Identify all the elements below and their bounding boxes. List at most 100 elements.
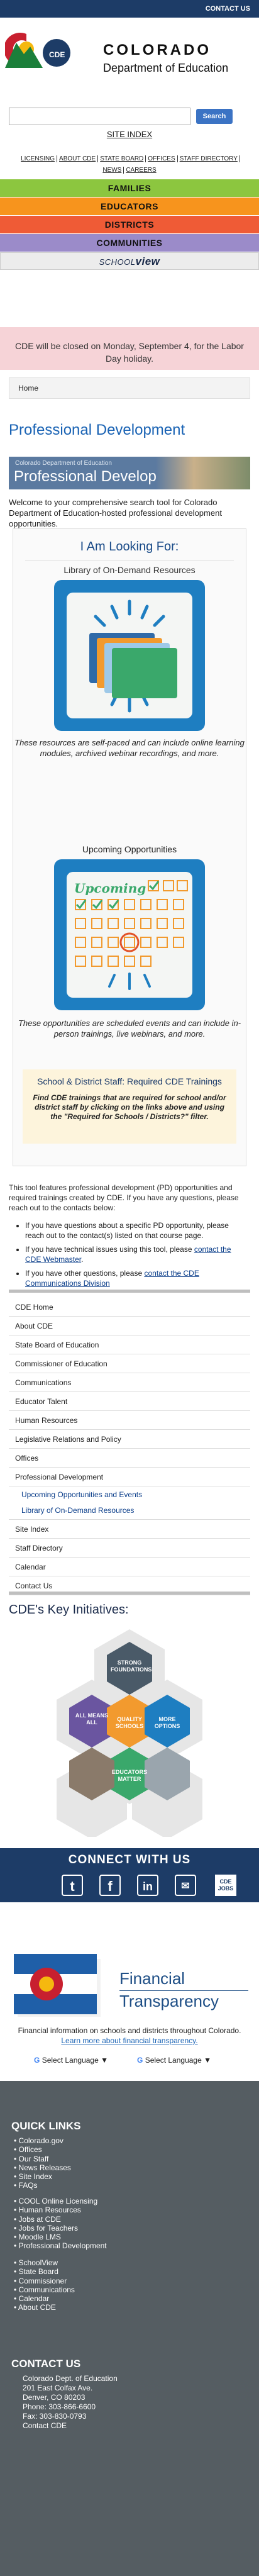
initiative-educators-matter[interactable]: EDUCATORS MATTER <box>111 1769 148 1783</box>
initiative-strong-foundations[interactable]: STRONG FOUNDATIONS <box>111 1659 152 1673</box>
search-button[interactable]: Search <box>196 109 233 124</box>
nav-staff-directory[interactable]: Staff Directory <box>9 1539 250 1558</box>
footer-link[interactable]: Jobs at CDE <box>14 2215 240 2224</box>
utility-link-news[interactable]: NEWS <box>101 167 124 174</box>
footer-link[interactable]: COOL Online Licensing <box>14 2197 240 2205</box>
financial-text: Financial information on schools and dis… <box>9 2026 250 2046</box>
google-icon: G <box>34 2056 40 2065</box>
contacts-list: If you have questions about a specific P… <box>25 1220 245 1292</box>
nav-about-cde[interactable]: About CDE <box>9 1317 250 1335</box>
connect-section: CONNECT WITH US t f in ✉ CDE JOBS <box>0 1848 259 1902</box>
utility-link-about[interactable]: ABOUT CDE <box>57 155 99 162</box>
utility-link-careers[interactable]: CAREERS <box>124 167 158 174</box>
footer-link[interactable]: Jobs for Teachers <box>14 2224 240 2233</box>
contact-line: 201 East Colfax Ave. <box>23 2384 93 2392</box>
upcoming-tile[interactable]: Upcoming <box>54 859 205 1010</box>
nav-cde-home[interactable]: CDE Home <box>9 1298 250 1317</box>
footer-link[interactable]: Moodle LMS <box>14 2233 240 2241</box>
upcoming-title: Upcoming Opportunities <box>82 844 177 854</box>
upcoming-word: Upcoming <box>74 881 146 896</box>
nav-calendar[interactable]: Calendar <box>9 1558 250 1576</box>
nav-site-index[interactable]: Site Index <box>9 1520 250 1539</box>
schoolview-b: view <box>135 255 160 267</box>
bullet-text: If you have other questions, please <box>25 1269 145 1278</box>
footer-link[interactable]: SchoolView <box>14 2258 240 2267</box>
footer-link[interactable]: Site Index <box>14 2172 240 2181</box>
financial-learn-more-link[interactable]: Learn more about financial transparency. <box>61 2036 197 2045</box>
utility-link-licensing[interactable]: LICENSING <box>19 155 58 162</box>
financial-title-1: Financial <box>119 1969 185 1988</box>
nav-upcoming[interactable]: Upcoming Opportunities and Events <box>9 1486 250 1502</box>
footer-link[interactable]: Communications <box>14 2285 240 2294</box>
nav-human-resources[interactable]: Human Resources <box>9 1411 250 1430</box>
contacts-intro: This tool features professional developm… <box>9 1183 239 1212</box>
page-title: Professional Development <box>9 421 185 438</box>
facebook-icon[interactable]: f <box>99 1875 121 1896</box>
library-title: Library of On-Demand Resources <box>63 565 196 575</box>
contact-line: Phone: 303-866-6600 <box>23 2402 96 2411</box>
footer-link[interactable]: Our Staff <box>14 2155 240 2163</box>
folders-icon <box>89 599 177 713</box>
breadcrumb-home[interactable]: Home <box>18 384 38 393</box>
initiative-all-means-all[interactable]: ALL MEANS ALL <box>73 1712 111 1726</box>
footer-link[interactable]: Calendar <box>14 2294 240 2303</box>
divider <box>9 1290 250 1293</box>
contact-us-link[interactable]: CONTACT US <box>206 5 250 13</box>
nav-schoolview[interactable]: SCHOOLview <box>0 252 259 270</box>
quick-links-group-1: Colorado.gov Offices Our Staff News Rele… <box>14 2136 240 2190</box>
colorado-flag-icon <box>14 1954 101 2017</box>
contact-block: Colorado Dept. of Education 201 East Col… <box>23 2374 118 2431</box>
cde-jobs-button[interactable]: CDE JOBS <box>215 1875 236 1896</box>
required-trainings-box: School & District Staff: Required CDE Tr… <box>23 1069 236 1144</box>
nav-state-board[interactable]: State Board of Education <box>9 1335 250 1354</box>
footer-link[interactable]: Colorado.gov <box>14 2136 240 2145</box>
library-tile[interactable] <box>54 580 205 731</box>
site-index-link[interactable]: SITE INDEX <box>0 130 259 139</box>
initiative-quality-schools[interactable]: QUALITY SCHOOLS <box>111 1716 148 1730</box>
quick-links-group-2: COOL Online Licensing Human Resources Jo… <box>14 2197 240 2251</box>
footer-link[interactable]: News Releases <box>14 2163 240 2172</box>
nav-library[interactable]: Library of On-Demand Resources <box>9 1502 250 1518</box>
twitter-icon[interactable]: t <box>62 1875 83 1896</box>
bullet-text: If you have technical issues using this … <box>25 1245 194 1254</box>
nav-professional-development[interactable]: Professional Development <box>9 1468 250 1486</box>
side-nav: CDE Home About CDE State Board of Educat… <box>9 1298 250 1595</box>
nav-families[interactable]: FAMILIES <box>0 179 259 197</box>
footer-link[interactable]: About CDE <box>14 2303 240 2312</box>
utility-link-offices[interactable]: OFFICES <box>146 155 178 162</box>
initiative-more-options[interactable]: MORE OPTIONS <box>148 1716 186 1730</box>
nav-districts[interactable]: DISTRICTS <box>0 216 259 233</box>
closure-alert: CDE will be closed on Monday, September … <box>0 327 259 370</box>
nav-offices[interactable]: Offices <box>9 1449 250 1468</box>
contact-cde-link[interactable]: Contact CDE <box>23 2421 118 2431</box>
audience-nav: FAMILIES EDUCATORS DISTRICTS COMMUNITIES… <box>0 179 259 270</box>
nav-educator-talent[interactable]: Educator Talent <box>9 1392 250 1411</box>
utility-link-staff-directory[interactable]: STAFF DIRECTORY <box>177 155 240 162</box>
nav-legislative[interactable]: Legislative Relations and Policy <box>9 1430 250 1449</box>
google-icon: G <box>137 2056 143 2065</box>
email-icon[interactable]: ✉ <box>175 1875 196 1896</box>
language-select-1[interactable]: G Select Language ▼ <box>34 2056 108 2068</box>
footer-link[interactable]: State Board <box>14 2267 240 2276</box>
linkedin-icon[interactable]: in <box>137 1875 158 1896</box>
divider <box>9 1592 250 1595</box>
financial-transparency-banner[interactable]: Financial Transparency <box>0 1944 259 2019</box>
footer-link[interactable]: FAQs <box>14 2181 240 2190</box>
site-logo[interactable]: CDE COLORADO Department of Education <box>0 18 259 81</box>
nav-communities[interactable]: COMMUNITIES <box>0 234 259 252</box>
schoolview-a: SCHOOL <box>99 257 136 267</box>
nav-communications[interactable]: Communications <box>9 1373 250 1392</box>
footer-link[interactable]: Commissioner <box>14 2277 240 2285</box>
language-select-2[interactable]: G Select Language ▼ <box>137 2056 211 2068</box>
footer-link[interactable]: Professional Development <box>14 2241 240 2250</box>
utility-link-state-board[interactable]: STATE BOARD <box>98 155 146 162</box>
quick-links-title: QUICK LINKS <box>11 2120 81 2132</box>
initiatives-graphic: STRONG FOUNDATIONS ALL MEANS ALL QUALITY… <box>0 1629 259 1837</box>
connect-title: CONNECT WITH US <box>68 1853 191 1866</box>
footer-link[interactable]: Human Resources <box>14 2205 240 2214</box>
search-input[interactable] <box>9 108 190 125</box>
nav-educators[interactable]: EDUCATORS <box>0 198 259 215</box>
initiatives-title: CDE's Key Initiatives: <box>9 1603 129 1617</box>
footer-link[interactable]: Offices <box>14 2145 240 2154</box>
nav-commissioner[interactable]: Commissioner of Education <box>9 1354 250 1373</box>
